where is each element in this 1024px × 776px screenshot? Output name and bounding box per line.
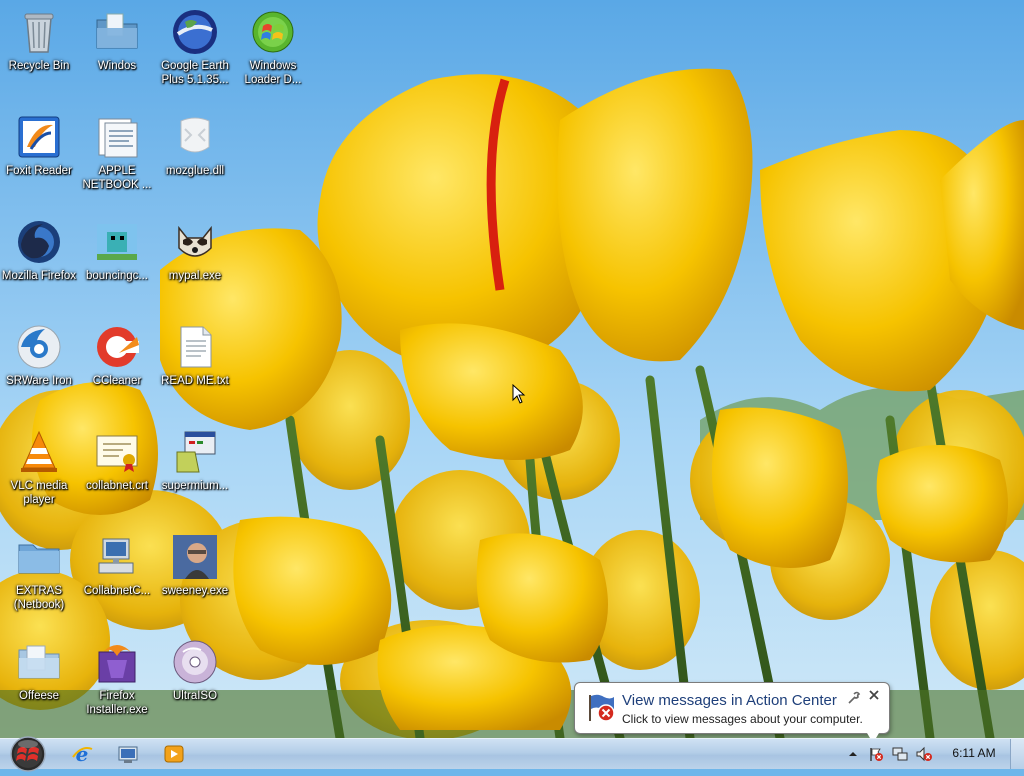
firefox-icon — [15, 218, 63, 266]
desktop-icon-label: UltraISO — [172, 690, 218, 702]
desktop-icon-windos[interactable]: Windos — [78, 4, 156, 73]
desktop-icon-label: mozglue.dll — [165, 165, 225, 177]
google-earth-icon — [171, 8, 219, 56]
internet-explorer-icon[interactable]: e — [70, 742, 94, 766]
desktop-icon-label: Foxit Reader — [6, 165, 72, 177]
desktop-icon-label: CollabnetC... — [83, 585, 151, 597]
desktop-icon-ultraiso[interactable]: UltraISO — [156, 634, 234, 703]
wrench-icon[interactable] — [847, 691, 861, 705]
firefox-installer-icon — [93, 638, 141, 686]
desktop-icon-label: Windows Loader D... — [244, 60, 302, 86]
desktop-icon-label: Windos — [97, 60, 137, 72]
desktop-icon-label: Offeese — [18, 690, 60, 702]
taskbar-clock[interactable]: 6:11 AM — [944, 746, 1004, 760]
network-icon[interactable] — [892, 746, 908, 762]
srware-iron-icon — [15, 323, 63, 371]
desktop-icon-collabnet-crt[interactable]: collabnet.crt — [78, 424, 156, 493]
desktop-icon-foxit-reader[interactable]: Foxit Reader — [0, 109, 78, 178]
balloon-close-button[interactable] — [868, 689, 882, 703]
desktop-icon-collabnetc[interactable]: CollabnetC... — [78, 529, 156, 598]
foxit-reader-icon — [15, 113, 63, 161]
game-icon — [93, 218, 141, 266]
windows-explorer-icon[interactable] — [116, 743, 140, 765]
volume-muted-icon[interactable] — [916, 746, 932, 762]
windows-loader-icon — [249, 8, 297, 56]
desktop-icon-label: Firefox Installer.exe — [86, 690, 148, 716]
desktop-icon-mozilla-firefox[interactable]: Mozilla Firefox — [0, 214, 78, 283]
balloon-title: View messages in Action Center — [622, 692, 837, 709]
close-icon — [869, 690, 879, 700]
desktop-icon-label: VLC media player — [10, 480, 68, 506]
show-desktop-button[interactable] — [1010, 739, 1024, 769]
folder-icon — [93, 8, 141, 56]
desktop-icon-bouncingc[interactable]: bouncingc... — [78, 214, 156, 283]
desktop-icon-label: Mozilla Firefox — [1, 270, 77, 282]
desktop-icon-apple-netbook[interactable]: APPLE NETBOOK ... — [78, 109, 156, 192]
action-center-balloon[interactable]: View messages in Action Center Click to … — [574, 682, 890, 743]
photo-icon — [171, 533, 219, 581]
document-icon — [93, 113, 141, 161]
desktop-icon-mypal[interactable]: mypal.exe — [156, 214, 234, 283]
desktop-icon-google-earth[interactable]: Google Earth Plus 5.1.35... — [156, 4, 234, 87]
action-center-flag-icon — [584, 691, 616, 723]
desktop-icon-supermium[interactable]: supermium... — [156, 424, 234, 493]
start-button[interactable] — [4, 734, 48, 772]
desktop-icon-label: collabnet.crt — [85, 480, 148, 492]
desktop-icon-label: mypal.exe — [168, 270, 222, 282]
desktop-icon-sweeney[interactable]: sweeney.exe — [156, 529, 234, 598]
desktop-icon-label: READ ME.txt — [161, 375, 229, 387]
mypal-icon — [171, 218, 219, 266]
desktop-icon-label: supermium... — [161, 480, 229, 492]
desktop-icon-label: EXTRAS (Netbook) — [13, 585, 65, 611]
disc-icon — [171, 638, 219, 686]
desktop-icon-firefox-installer[interactable]: Firefox Installer.exe — [78, 634, 156, 717]
desktop-icon-recycle-bin[interactable]: Recycle Bin — [0, 4, 78, 73]
show-hidden-icons-chevron[interactable] — [845, 746, 861, 762]
certificate-icon — [93, 428, 141, 476]
balloon-message: Click to view messages about your comput… — [622, 712, 863, 726]
vlc-icon — [15, 428, 63, 476]
desktop-icon-vlc-media-player[interactable]: VLC media player — [0, 424, 78, 507]
desktop-icon-label: APPLE NETBOOK ... — [82, 165, 152, 191]
folder-icon — [15, 638, 63, 686]
mouse-cursor-icon — [512, 383, 526, 404]
desktop-icon-label: Google Earth Plus 5.1.35... — [161, 60, 229, 86]
installer-icon — [171, 428, 219, 476]
desktop-icon-mozglue-dll[interactable]: mozglue.dll — [156, 109, 234, 178]
ccleaner-icon — [93, 323, 141, 371]
svg-text:e: e — [76, 743, 89, 765]
dll-file-icon — [171, 113, 219, 161]
text-file-icon — [171, 323, 219, 371]
recycle-bin-icon — [15, 8, 63, 56]
desktop-icon-offeese[interactable]: Offeese — [0, 634, 78, 703]
desktop-icon-ccleaner[interactable]: CCleaner — [78, 319, 156, 388]
media-player-icon[interactable] — [162, 743, 186, 765]
desktop-icon-label: SRWare Iron — [6, 375, 72, 387]
action-center-flag-icon[interactable] — [868, 746, 884, 762]
desktop-icon-label: bouncingc... — [85, 270, 148, 282]
taskbar: e 6:11 AM — [0, 736, 1024, 772]
desktop-icon-label: sweeney.exe — [161, 585, 229, 597]
desktop-icon-read-me[interactable]: READ ME.txt — [156, 319, 234, 388]
start-orb-icon — [10, 736, 46, 772]
desktop-icon-label: Recycle Bin — [8, 60, 70, 72]
desktop-icon-label: CCleaner — [92, 375, 142, 387]
desktop-icon-srware-iron[interactable]: SRWare Iron — [0, 319, 78, 388]
folder-icon — [15, 533, 63, 581]
desktop-icon-windows-loader[interactable]: Windows Loader D... — [234, 4, 312, 87]
computer-icon — [93, 533, 141, 581]
desktop-icon-extras-netbook[interactable]: EXTRAS (Netbook) — [0, 529, 78, 612]
